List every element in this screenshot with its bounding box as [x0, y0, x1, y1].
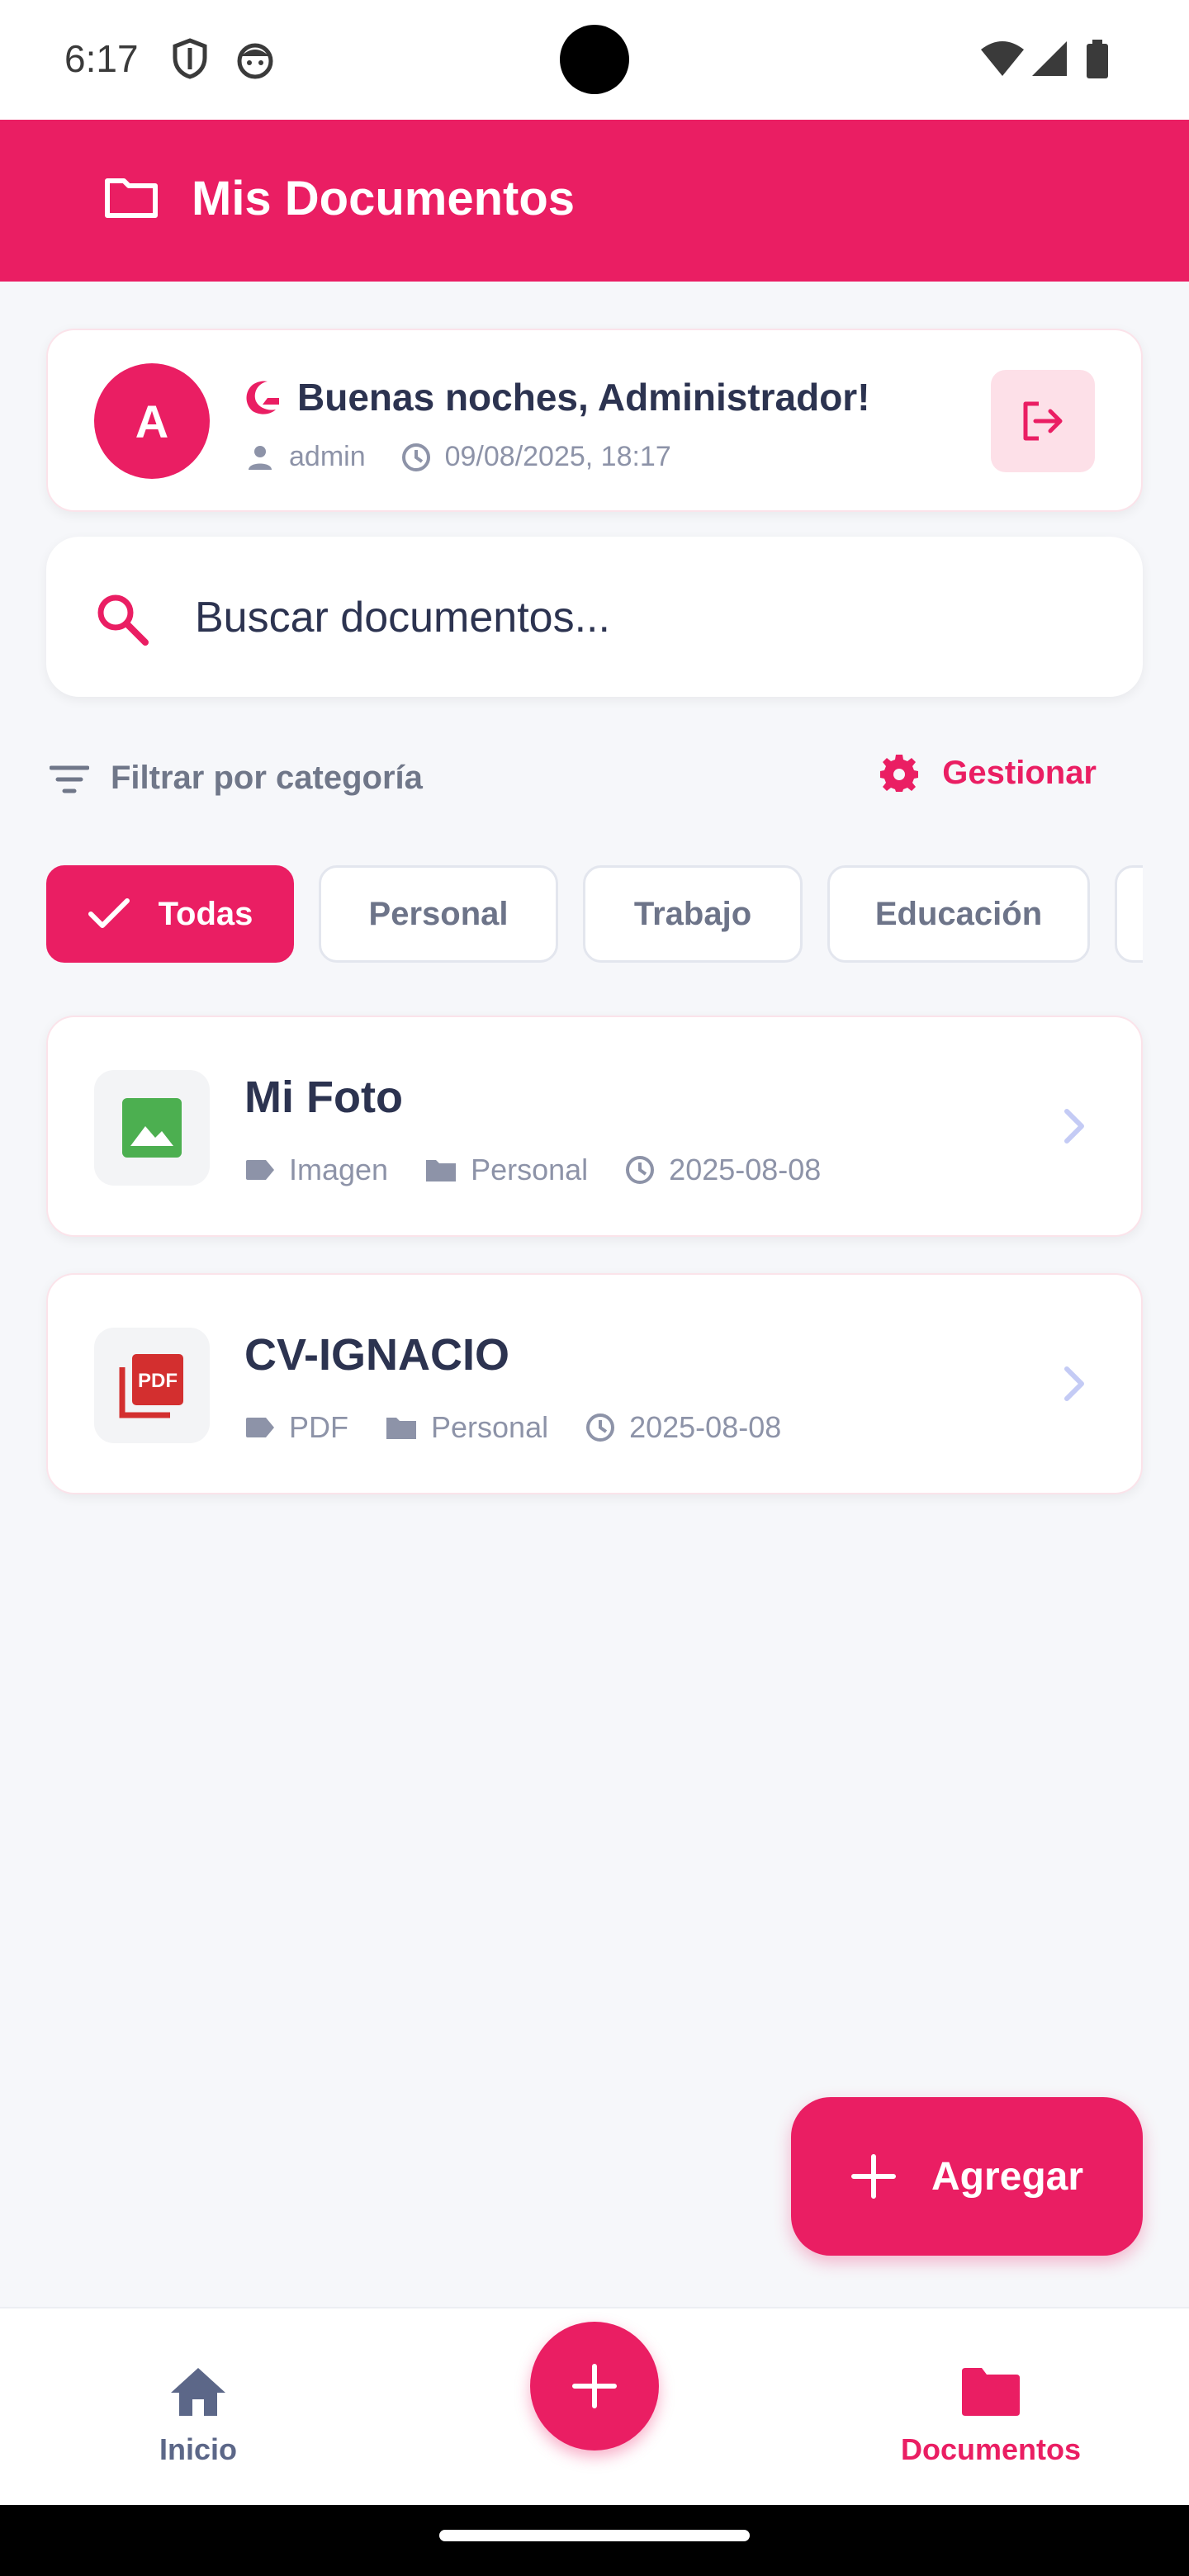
greeting-meta: admin 09/08/2025, 18:17	[246, 441, 671, 473]
chevron-right-icon	[1064, 1109, 1084, 1144]
search-icon	[97, 594, 149, 646]
gear-icon	[880, 755, 919, 792]
chip-trabajo[interactable]: Trabajo	[583, 865, 803, 963]
document-title: CV-IGNACIO	[244, 1330, 510, 1380]
category-chips: Todas Personal Trabajo Educación	[46, 865, 1143, 963]
tag-icon	[246, 1160, 274, 1180]
clock-icon	[401, 443, 430, 471]
chip-todas[interactable]: Todas	[46, 865, 294, 963]
search-input[interactable]	[195, 576, 1103, 659]
app-bar: Mis Documentos	[0, 120, 1189, 282]
clock-icon	[586, 1413, 615, 1442]
document-category: Personal	[471, 1153, 589, 1186]
chip-label: Trabajo	[633, 895, 752, 932]
filter-icon	[50, 765, 89, 793]
search-bar	[46, 537, 1143, 697]
chip-label: Personal	[368, 895, 509, 932]
document-date: 2025-08-08	[669, 1153, 822, 1186]
document-meta: PDF Personal 2025-08-08	[244, 1410, 817, 1445]
greeting-card: A Buenas noches, Administrador! admin 09…	[46, 329, 1143, 512]
filter-row: Filtrar por categoría Gestionar	[46, 753, 1143, 803]
greeting-datetime: 09/08/2025, 18:17	[444, 441, 671, 472]
document-type: PDF	[289, 1410, 348, 1444]
document-date: 2025-08-08	[629, 1410, 782, 1444]
plus-icon	[850, 2154, 896, 2199]
logout-icon	[1023, 401, 1063, 441]
folder-icon	[386, 1418, 416, 1439]
nav-label: Documentos	[900, 2432, 1082, 2466]
folder-icon	[426, 1160, 457, 1181]
manage-categories-button[interactable]: Gestionar	[879, 753, 1097, 793]
android-face-icon	[237, 43, 273, 79]
chevron-right-icon	[1064, 1366, 1084, 1401]
folder-outline-icon	[105, 178, 158, 218]
manage-label: Gestionar	[942, 754, 1097, 791]
home-icon	[171, 2368, 225, 2416]
nav-label: Inicio	[159, 2432, 237, 2466]
night-moon-icon	[246, 381, 279, 414]
document-card[interactable]: Mi Foto Imagen Personal 2025-08-08	[46, 1016, 1143, 1237]
battery-icon	[1087, 40, 1108, 78]
svg-text:PDF: PDF	[138, 1370, 178, 1392]
avatar: A	[94, 363, 210, 479]
chip-label: Todas	[158, 895, 253, 932]
nav-inicio[interactable]: Inicio	[83, 2366, 314, 2467]
document-thumbnail	[94, 1070, 210, 1186]
chip-more[interactable]	[1115, 865, 1143, 963]
document-category: Personal	[431, 1410, 549, 1444]
logout-button[interactable]	[991, 370, 1095, 472]
greeting-user: admin	[289, 441, 366, 472]
image-icon	[122, 1098, 182, 1158]
chip-label: Educación	[874, 895, 1043, 932]
clock-icon	[626, 1156, 655, 1184]
bottom-navigation: Inicio Documentos	[0, 2307, 1189, 2505]
status-time: 6:17	[64, 37, 139, 80]
wifi-icon	[981, 41, 1024, 76]
add-document-button[interactable]: Agregar	[791, 2097, 1143, 2256]
camera-cutout	[560, 25, 629, 94]
document-type: Imagen	[289, 1153, 389, 1186]
folder-icon	[962, 2368, 1020, 2416]
document-title: Mi Foto	[244, 1073, 403, 1122]
check-icon	[88, 898, 130, 928]
page-title: Mis Documentos	[192, 172, 576, 225]
shield-icon	[173, 38, 207, 79]
chip-educacion[interactable]: Educación	[827, 865, 1090, 963]
document-thumbnail: PDF	[94, 1328, 210, 1443]
document-card[interactable]: PDF CV-IGNACIO PDF Personal 2025-08-08	[46, 1273, 1143, 1494]
pdf-icon: PDF	[119, 1354, 183, 1418]
status-bar: 6:17	[0, 0, 1189, 120]
add-label: Agregar	[931, 2154, 1084, 2199]
person-icon	[249, 445, 272, 470]
gesture-handle[interactable]	[439, 2530, 750, 2541]
filter-label: Filtrar por categoría	[111, 760, 423, 796]
signal-icon	[1032, 41, 1067, 76]
gesture-area	[0, 2505, 1189, 2576]
plus-icon	[572, 2364, 617, 2408]
greeting-title: Buenas noches, Administrador!	[297, 376, 870, 419]
document-meta: Imagen Personal 2025-08-08	[244, 1153, 857, 1187]
tag-icon	[246, 1418, 274, 1437]
center-add-button[interactable]	[530, 2322, 659, 2451]
chip-personal[interactable]: Personal	[319, 865, 558, 963]
nav-documentos[interactable]: Documentos	[875, 2366, 1106, 2467]
